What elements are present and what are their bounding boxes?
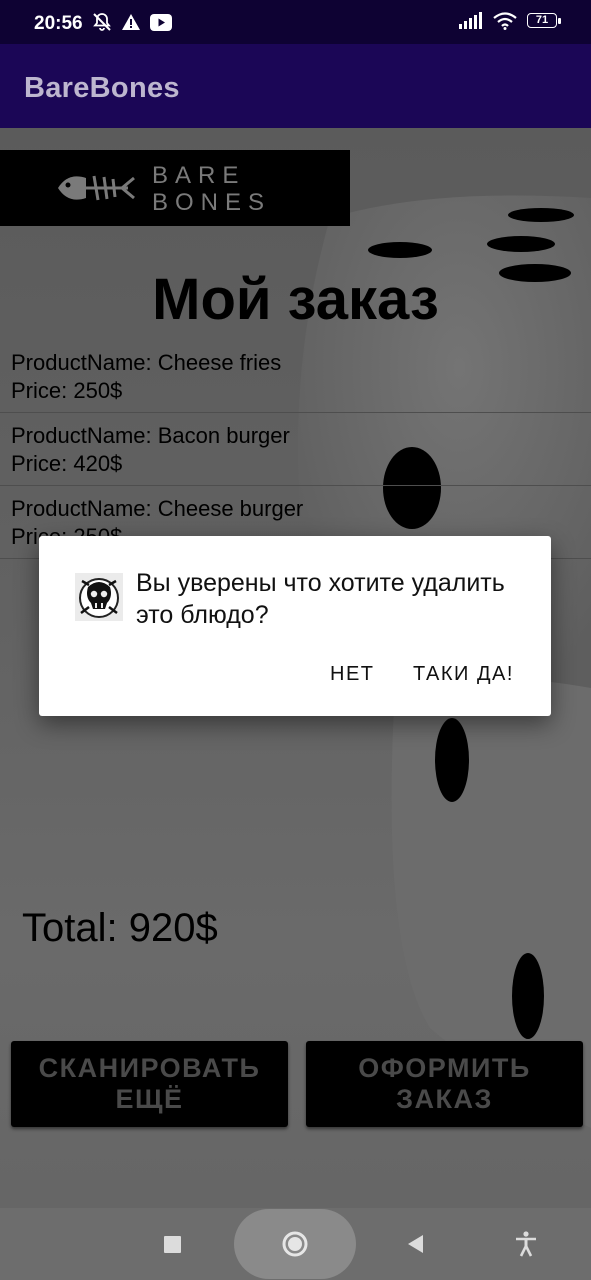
- checkout-label: ОФОРМИТЬ ЗАКАЗ: [358, 1053, 531, 1114]
- youtube-icon: [150, 13, 172, 31]
- square-icon: [164, 1236, 181, 1253]
- product-price: Price: 250$: [11, 378, 123, 403]
- dialog-negative-button[interactable]: НЕТ: [330, 663, 375, 686]
- scan-more-button[interactable]: СКАНИРОВАТЬ ЕЩЁ: [11, 1041, 288, 1127]
- status-bar: 20:56 71: [0, 0, 591, 44]
- status-time: 20:56: [34, 13, 83, 34]
- wifi-icon: [493, 12, 517, 30]
- product-price: Price: 420$: [11, 451, 123, 476]
- home-button[interactable]: [234, 1209, 356, 1279]
- accessibility-icon: [516, 1231, 536, 1257]
- app-title: BareBones: [24, 72, 180, 104]
- status-notification-icons: [92, 12, 172, 32]
- app-bar: BareBones: [0, 44, 591, 128]
- scan-more-label: СКАНИРОВАТЬ ЕЩЁ: [38, 1053, 261, 1114]
- back-triangle-icon: [408, 1235, 423, 1253]
- recents-button[interactable]: [152, 1224, 192, 1264]
- notifications-off-icon: [93, 13, 111, 31]
- dialog-positive-button[interactable]: ТАКИ ДА!: [413, 663, 514, 686]
- dialog-message: Вы уверены что хотите удалить это блюдо?: [136, 569, 505, 629]
- navigation-bar: [0, 1208, 591, 1280]
- skull-emblem-icon: [75, 573, 123, 621]
- back-button[interactable]: [396, 1224, 436, 1264]
- accessibility-button[interactable]: [506, 1224, 546, 1264]
- status-system-icons: 71: [459, 12, 561, 30]
- list-item[interactable]: ProductName: Bacon burger Price: 420$: [0, 413, 591, 486]
- fish-skeleton-icon: [58, 175, 135, 201]
- signal-icon: [459, 12, 482, 29]
- product-name: ProductName: Cheese burger: [11, 496, 304, 521]
- list-item[interactable]: ProductName: Cheese fries Price: 250$: [0, 340, 591, 413]
- order-total: Total: 920$: [22, 906, 218, 950]
- battery-icon: 71: [527, 12, 561, 30]
- confirm-delete-dialog: Вы уверены что хотите удалить это блюдо?…: [39, 536, 551, 716]
- brand-logo: BARE BONES: [0, 150, 350, 226]
- battery-level: 71: [535, 13, 549, 26]
- order-list: ProductName: Cheese fries Price: 250$ Pr…: [0, 340, 591, 559]
- logo-wordmark: BARE BONES: [152, 162, 271, 216]
- warning-icon: [122, 14, 140, 30]
- page-title: Мой заказ: [152, 267, 439, 332]
- logo-line-2: BONES: [152, 189, 272, 216]
- checkout-button[interactable]: ОФОРМИТЬ ЗАКАЗ: [306, 1041, 583, 1127]
- logo-line-1: BARE: [152, 162, 246, 189]
- product-name: ProductName: Bacon burger: [11, 423, 290, 448]
- circle-icon: [282, 1231, 308, 1257]
- product-name: ProductName: Cheese fries: [11, 350, 282, 375]
